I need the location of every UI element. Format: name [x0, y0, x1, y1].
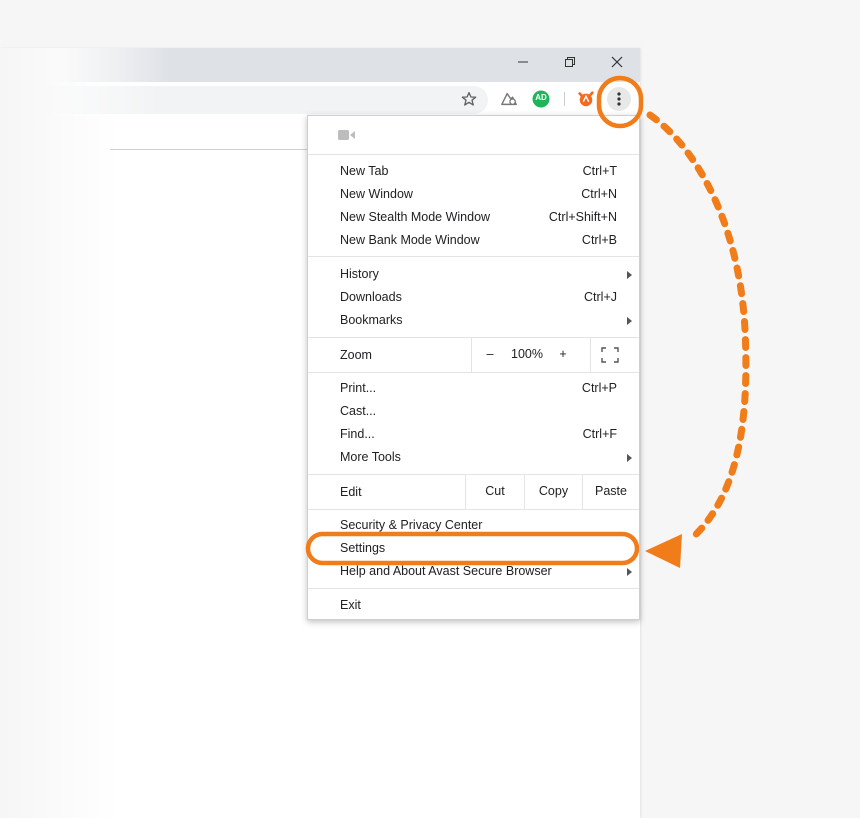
zoom-label: Zoom [340, 348, 372, 362]
menu-item-shortcut: Ctrl+F [582, 427, 617, 441]
menu-item-shortcut: Ctrl+J [584, 290, 617, 304]
menu-item-security-privacy-center[interactable]: Security & Privacy Center [308, 514, 639, 537]
browser-main-menu: New Tab Ctrl+T New Window Ctrl+N New Ste… [307, 115, 640, 620]
submenu-arrow-icon [627, 317, 632, 325]
zoom-divider [471, 338, 472, 372]
arrow-head-icon [645, 534, 682, 568]
privacy-extension-icon[interactable] [498, 88, 520, 110]
page-content-divider [110, 149, 310, 150]
menu-item-label: More Tools [340, 450, 401, 464]
menu-item-settings[interactable]: Settings [308, 537, 639, 560]
edit-label: Edit [340, 485, 362, 499]
edit-row: Edit Cut Copy Paste [308, 475, 639, 509]
menu-item-label: Bookmarks [340, 313, 403, 327]
menu-item-label: New Stealth Mode Window [340, 210, 491, 224]
menu-item-help-about[interactable]: Help and About Avast Secure Browser [308, 560, 639, 583]
zoom-divider [590, 338, 591, 372]
menu-item-label: Find... [340, 427, 375, 441]
copy-button[interactable]: Copy [525, 484, 582, 498]
submenu-arrow-icon [627, 454, 632, 462]
menu-item-label: Security & Privacy Center [340, 518, 483, 532]
menu-separator [308, 372, 639, 373]
submenu-arrow-icon [627, 271, 632, 279]
address-bar[interactable] [0, 86, 488, 114]
menu-item-label: Print... [340, 381, 377, 395]
restore-button[interactable] [547, 48, 593, 76]
close-icon [611, 56, 623, 68]
menu-separator [308, 154, 639, 155]
fullscreen-icon[interactable] [601, 347, 619, 366]
menu-item-label: Downloads [340, 290, 402, 304]
menu-separator [308, 588, 639, 589]
menu-item-new-stealth-window[interactable]: New Stealth Mode Window Ctrl+Shift+N [308, 206, 639, 229]
minimize-icon [518, 61, 528, 63]
three-dots-menu-button[interactable] [607, 87, 631, 111]
browser-toolbar: AD [0, 82, 640, 116]
menu-item-bookmarks[interactable]: Bookmarks [308, 309, 639, 332]
menu-item-new-window[interactable]: New Window Ctrl+N [308, 183, 639, 206]
avast-logo-icon[interactable] [575, 88, 597, 110]
restore-icon [565, 57, 575, 67]
menu-item-more-tools[interactable]: More Tools [308, 446, 639, 469]
adblock-badge-text: AD [535, 93, 547, 102]
star-icon[interactable] [458, 88, 480, 110]
video-camera-icon[interactable] [338, 129, 356, 144]
menu-item-label: Help and About Avast Secure Browser [340, 564, 552, 578]
menu-item-shortcut: Ctrl+N [581, 187, 617, 201]
minimize-button[interactable] [500, 48, 546, 76]
menu-item-cast[interactable]: Cast... [308, 400, 639, 423]
menu-item-print[interactable]: Print... Ctrl+P [308, 377, 639, 400]
menu-item-downloads[interactable]: Downloads Ctrl+J [308, 286, 639, 309]
zoom-level-value: 100% [511, 347, 543, 361]
menu-separator [308, 509, 639, 510]
menu-item-shortcut: Ctrl+P [581, 381, 617, 395]
menu-item-label: New Window [340, 187, 413, 201]
menu-item-new-tab[interactable]: New Tab Ctrl+T [308, 160, 639, 183]
close-button[interactable] [594, 48, 640, 76]
paste-button[interactable]: Paste [583, 484, 639, 498]
menu-item-history[interactable]: History [308, 263, 639, 286]
menu-separator [308, 256, 639, 257]
toolbar-divider [564, 92, 565, 106]
three-dots-menu-icon [617, 92, 621, 106]
menu-item-shortcut: Ctrl+B [581, 233, 617, 247]
menu-item-shortcut: Ctrl+Shift+N [548, 210, 617, 224]
cut-button[interactable]: Cut [466, 484, 524, 498]
menu-item-label: Exit [340, 598, 361, 612]
zoom-out-button[interactable]: – [480, 347, 500, 361]
menu-item-exit[interactable]: Exit [308, 594, 639, 617]
dotted-arrow-path [646, 111, 750, 544]
submenu-arrow-icon [627, 568, 632, 576]
menu-item-new-bank-window[interactable]: New Bank Mode Window Ctrl+B [308, 229, 639, 252]
menu-item-label: New Tab [340, 164, 389, 178]
zoom-row: Zoom – 100% + [308, 338, 639, 372]
zoom-in-button[interactable]: + [553, 347, 573, 361]
menu-item-shortcut: Ctrl+T [582, 164, 617, 178]
menu-item-label: History [340, 267, 379, 281]
menu-item-find[interactable]: Find... Ctrl+F [308, 423, 639, 446]
adblock-extension-button[interactable]: AD [530, 88, 552, 110]
menu-item-label: Settings [340, 541, 386, 555]
menu-item-label: New Bank Mode Window [340, 233, 480, 247]
menu-item-label: Cast... [340, 404, 377, 418]
title-bar [0, 48, 640, 82]
